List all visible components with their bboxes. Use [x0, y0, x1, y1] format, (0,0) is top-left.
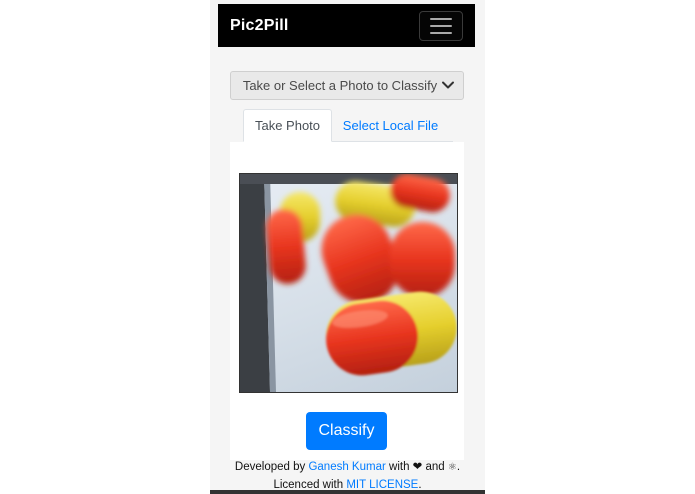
footer-and-text: and [425, 461, 445, 473]
brand-logo[interactable]: Pic2Pill [230, 17, 289, 35]
photo-mode-select-value: Take or Select a Photo to Classify [242, 78, 438, 93]
navbar: Pic2Pill [218, 4, 475, 47]
author-link[interactable]: Ganesh Kumar [308, 461, 385, 473]
heart-icon: ❤ [412, 461, 423, 473]
footer-period: . [456, 461, 461, 473]
footer-developed-prefix: Developed by [234, 461, 306, 473]
bottom-edge [210, 490, 485, 494]
tab-select-local-file[interactable]: Select Local File [338, 109, 443, 142]
react-atom-icon: ⚛ [447, 462, 457, 473]
photo-source-tabs: Take Photo Select Local File [243, 109, 453, 142]
tab-take-photo[interactable]: Take Photo [243, 109, 332, 142]
hamburger-icon[interactable] [419, 10, 463, 41]
camera-preview-image [239, 173, 458, 393]
classify-button[interactable]: Classify [306, 412, 387, 450]
chevron-down-icon [442, 81, 454, 89]
footer-with-text: with [389, 461, 410, 473]
app-viewport: Pic2Pill Take or Select a Photo to Class… [210, 0, 485, 494]
footer-developed-by: Developed by Ganesh Kumar with ❤ and ⚛. [210, 459, 485, 473]
photo-mode-select[interactable]: Take or Select a Photo to Classify [230, 71, 464, 100]
